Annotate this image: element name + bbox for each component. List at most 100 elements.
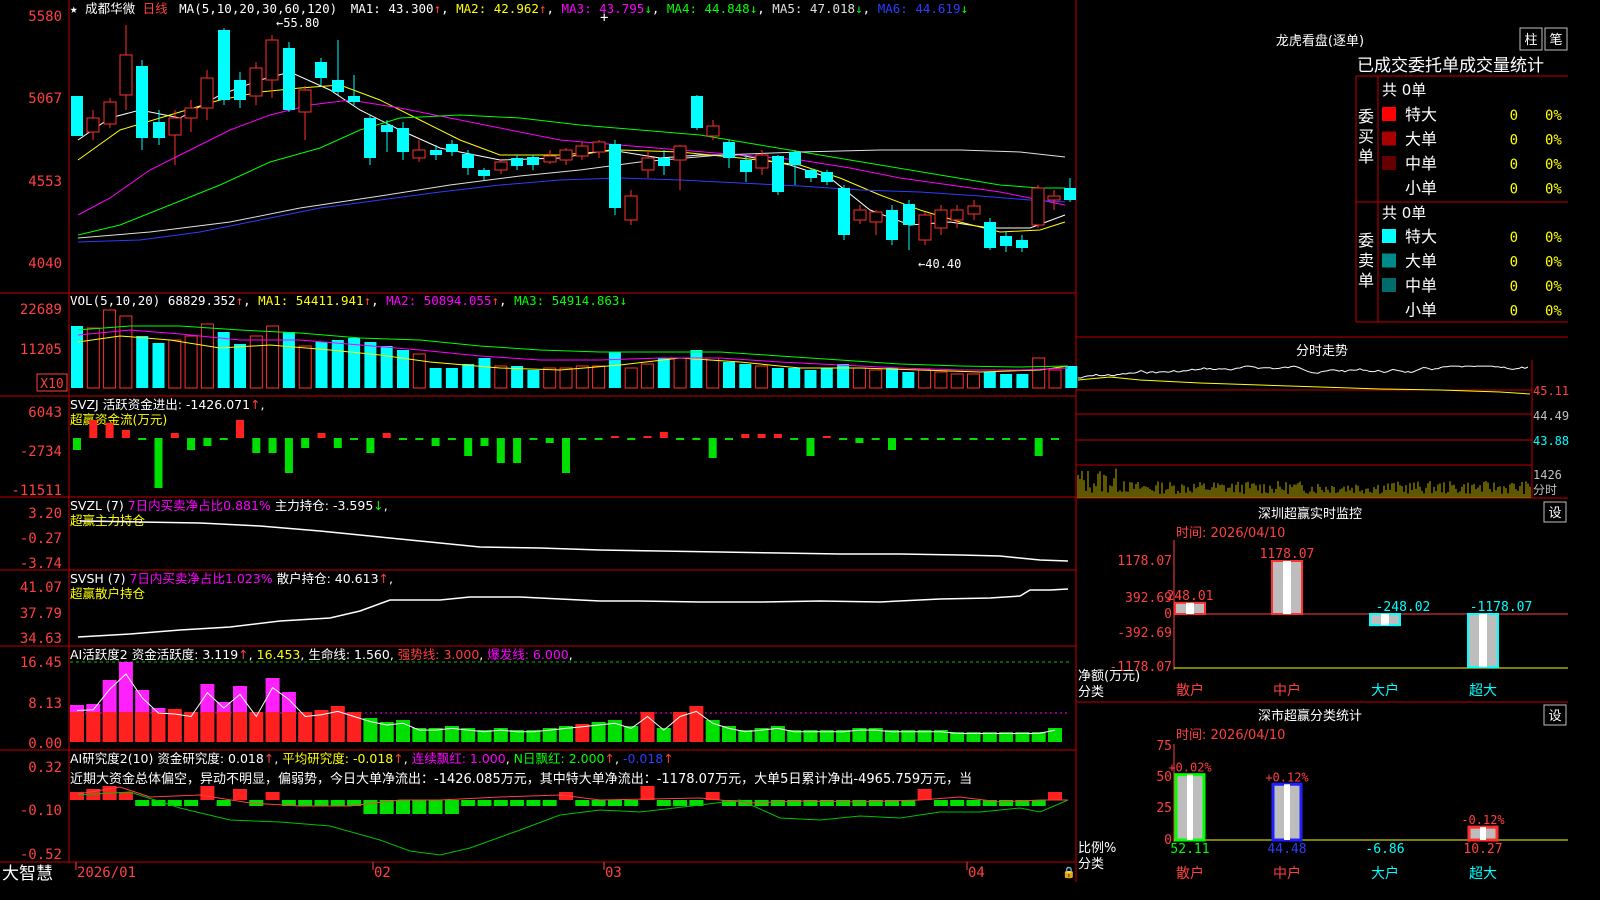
ma1-value: MA1: 43.300: [351, 1, 434, 16]
class-bar-pct: +0.12%: [1265, 770, 1309, 784]
vol-unit: X10: [40, 377, 63, 392]
candle-body: [218, 30, 230, 100]
ma6-value: MA6: 44.619: [878, 1, 961, 16]
candle-body: [86, 117, 100, 133]
candle-body: [673, 145, 687, 161]
ma5-value: MA5: 47.018: [772, 1, 855, 16]
candle-body: [364, 118, 376, 158]
fund-flow-bar: [985, 438, 994, 440]
volume-bar: [1048, 369, 1062, 389]
bar-mode-button[interactable]: 柱: [1519, 27, 1543, 51]
monitor-category: 散户: [1176, 682, 1204, 699]
fund-flow-bar: [464, 438, 473, 456]
monitor-tick: 392.69: [1125, 591, 1172, 606]
candle-body: [283, 48, 295, 110]
class-settings-button[interactable]: 设: [1543, 704, 1567, 726]
candle-body: [723, 142, 735, 158]
fund-flow-bar: [822, 436, 831, 438]
monitor-tick: 1178.07: [1117, 554, 1172, 569]
activity-bar-core: [86, 712, 101, 742]
ai-research-tick: 0.32: [28, 760, 62, 776]
research-bar: [412, 800, 427, 814]
sell-row-count: 0: [1510, 255, 1518, 271]
volume-bar: [168, 339, 182, 389]
monitor-bar-value: -1178.07: [1470, 600, 1533, 615]
volume-bar: [543, 367, 557, 389]
monitor-bar-shine: [1283, 561, 1291, 614]
volume-bar: [331, 340, 344, 388]
svzl-tick: 3.20: [28, 506, 62, 522]
class-category: 中户: [1273, 865, 1301, 882]
candle-body: [1016, 240, 1028, 248]
volume-bar: [950, 373, 964, 389]
research-bar: [1048, 792, 1062, 800]
ai-active-title: AI活跃度2 资金活跃度: 3.119↑, 16.453, 生命线: 1.560…: [70, 647, 573, 662]
tick-mode-button[interactable]: 笔: [1544, 27, 1568, 51]
candle-body: [706, 125, 720, 137]
buy-row-name: 特大: [1405, 105, 1437, 124]
research-bar: [607, 800, 622, 806]
fund-flow-bar: [431, 438, 440, 446]
sell-row-count: 0: [1510, 279, 1518, 295]
class-bar-shine: [1187, 774, 1193, 840]
research-bar: [363, 800, 378, 814]
fund-flow-bar: [1002, 438, 1011, 440]
volume-bar: [852, 367, 866, 389]
volume-bar: [902, 372, 915, 388]
volume-bar: [152, 343, 165, 388]
fund-flow-bar: [708, 438, 717, 458]
candle-body: [592, 141, 606, 153]
volume-bar: [673, 357, 687, 389]
candle-body: [103, 101, 117, 125]
lock-icon[interactable]: 🔒: [1062, 866, 1076, 879]
candle-body: [234, 80, 246, 100]
fund-flow-bar: [594, 438, 603, 440]
sell-swatch-icon: [1382, 302, 1396, 317]
candle-body: [691, 96, 703, 128]
candle-body: [869, 211, 883, 223]
activity-bar-core: [135, 712, 150, 742]
fund-flow-bar: [888, 438, 896, 450]
candle-body: [772, 156, 784, 192]
candle-body: [71, 96, 83, 136]
fund-flow-bar: [89, 420, 98, 438]
svg-text:设: 设: [1548, 506, 1561, 521]
monitor-bar-value: 1178.07: [1260, 547, 1315, 562]
svsh-tick: 37.79: [20, 606, 62, 622]
volume-bar: [1065, 366, 1078, 388]
research-bar: [917, 789, 932, 800]
research-bar: [836, 800, 851, 806]
candle-body: [984, 222, 996, 248]
candle-body: [412, 149, 426, 159]
fund-flow-bar: [236, 420, 244, 438]
candle-body: [527, 157, 539, 165]
volume-bar: [136, 336, 149, 388]
sell-row-pct: 0%: [1545, 279, 1562, 295]
buy-swatch-icon: [1382, 107, 1396, 121]
research-bar: [852, 800, 867, 806]
candle-body: [315, 62, 327, 78]
class-title: 深市超赢分类统计: [1258, 708, 1362, 724]
candle-body: [967, 205, 981, 215]
research-bar: [966, 800, 981, 806]
research-bar: [999, 800, 1014, 806]
candle-body: [1000, 236, 1012, 246]
sell-row-name: 小单: [1405, 301, 1437, 320]
fund-flow-bar: [219, 438, 228, 440]
candle-body: [886, 210, 898, 240]
research-bar: [118, 792, 133, 800]
research-bar: [656, 800, 671, 806]
volume-bar: [1032, 357, 1046, 389]
monitor-settings-button[interactable]: 设: [1543, 501, 1567, 523]
volume-bar: [348, 338, 361, 388]
volume-bar: [723, 362, 735, 388]
brand-logo: 大智慧: [2, 864, 53, 884]
research-bar: [330, 800, 345, 806]
intraday-title: 分时走势: [1296, 343, 1348, 359]
candle-body: [200, 77, 214, 109]
ma-formula: MA(5,10,20,30,60,120): [179, 1, 337, 16]
monitor-category: 大户: [1371, 682, 1399, 699]
buy-swatch-icon: [1382, 180, 1396, 195]
fund-flow-bar: [73, 438, 81, 450]
sell-swatch-icon: [1382, 229, 1396, 243]
